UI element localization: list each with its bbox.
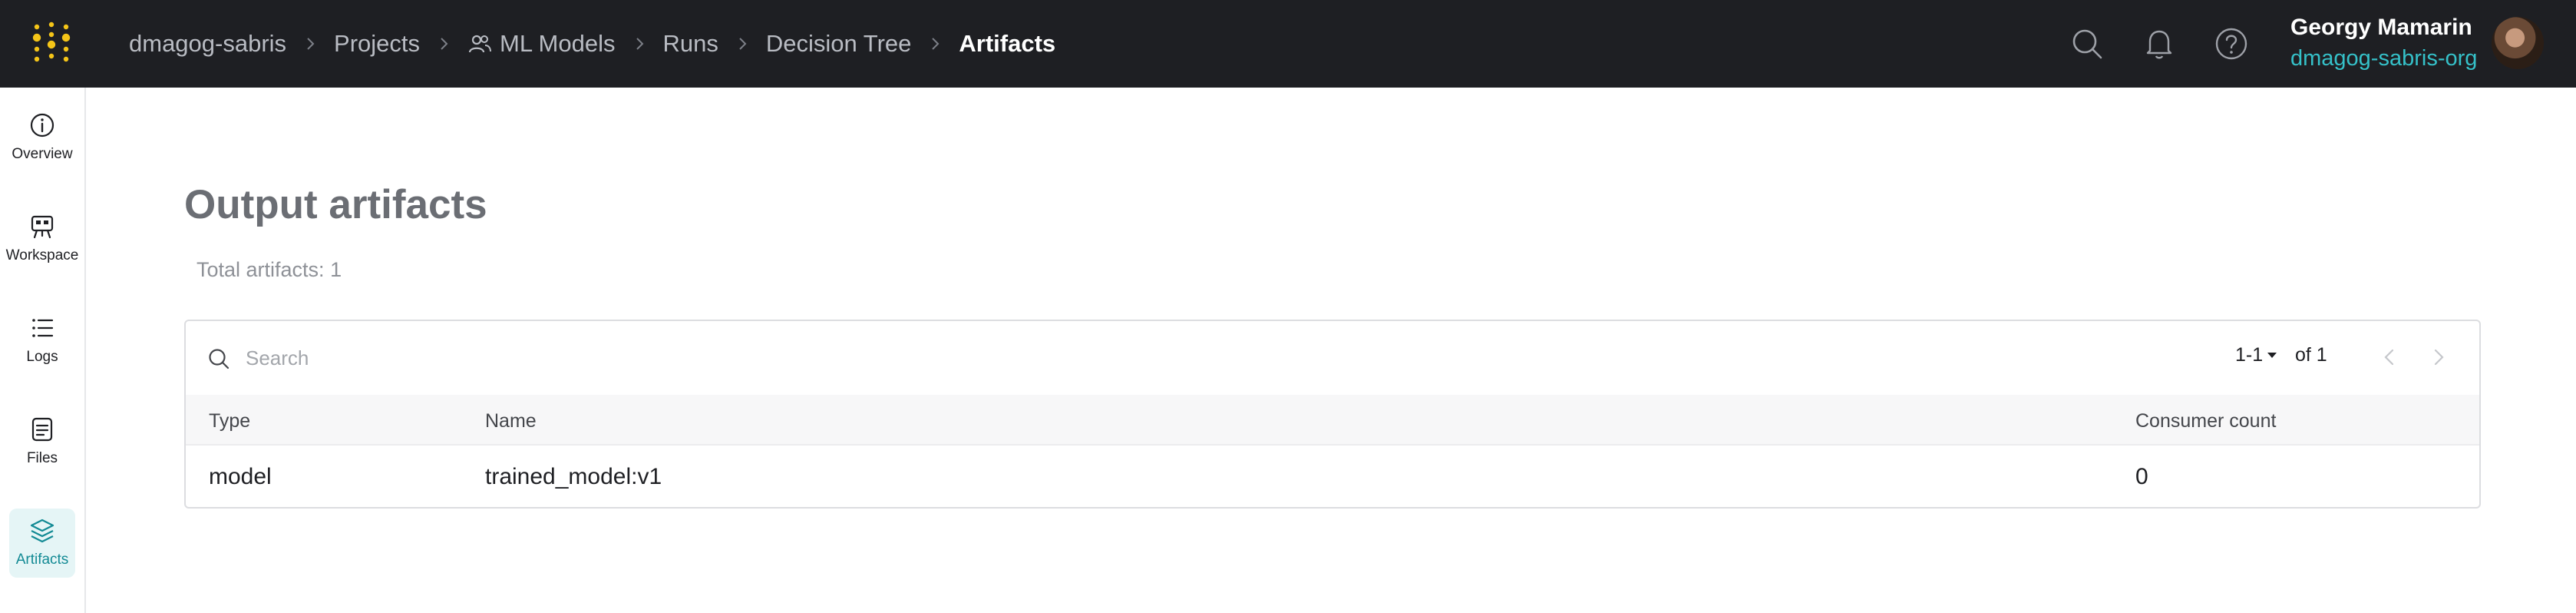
chevron-right-icon (441, 38, 448, 50)
search-input[interactable] (246, 340, 1167, 376)
breadcrumb-current: Artifacts (959, 30, 1056, 57)
wandb-logo-icon[interactable] (28, 20, 75, 68)
info-icon (30, 113, 54, 138)
search-icon[interactable] (2069, 26, 2105, 61)
breadcrumb-projects[interactable]: Projects (334, 30, 420, 58)
page-title: Output artifacts (184, 182, 487, 227)
chevron-right-icon[interactable] (2426, 344, 2452, 370)
chevron-left-icon[interactable] (2376, 344, 2403, 370)
user-org-link[interactable]: dmagog-sabris-org (2290, 43, 2477, 74)
total-artifacts: Total artifacts: 1 (197, 258, 342, 281)
avatar[interactable] (2492, 17, 2544, 69)
nav-item-logs[interactable]: Logs (9, 306, 75, 375)
user-menu[interactable]: Georgy Mamarin dmagog-sabris-org (2290, 12, 2477, 74)
bell-icon[interactable] (2142, 26, 2177, 61)
chevron-right-icon (307, 38, 315, 50)
page-total: of 1 (2295, 344, 2327, 366)
cell-consumer-count: 0 (2135, 464, 2148, 489)
nav-label: Overview (12, 146, 73, 162)
user-name: Georgy Mamarin (2290, 15, 2472, 40)
table-toolbar: 1-1 of 1 (186, 321, 2479, 395)
nav-label: Workspace (5, 247, 79, 263)
nav-item-artifacts[interactable]: Artifacts (9, 509, 75, 578)
breadcrumb-run[interactable]: Decision Tree (766, 30, 912, 58)
list-icon (32, 319, 54, 337)
table-header: Type Name Consumer count (186, 395, 2479, 446)
nav-item-files[interactable]: Files (9, 407, 75, 476)
nav-label: Files (26, 450, 58, 466)
side-nav: Overview Workspace Logs Files Artifacts (0, 88, 86, 613)
top-bar: dmagog-sabris Projects ML Models Runs De… (0, 0, 2576, 88)
table-row[interactable]: model trained_model:v1 0 (186, 447, 2479, 507)
column-header-type[interactable]: Type (209, 410, 250, 432)
cell-type: model (209, 464, 272, 489)
people-icon (468, 35, 492, 53)
chevron-right-icon (739, 38, 747, 50)
file-icon (31, 417, 53, 442)
caret-down-icon (2267, 353, 2277, 358)
breadcrumb-runs[interactable]: Runs (663, 30, 718, 58)
search-icon (209, 349, 230, 369)
nav-item-overview[interactable]: Overview (9, 103, 75, 172)
chevron-right-icon (932, 38, 940, 50)
page-range-label: 1-1 (2235, 344, 2264, 366)
column-header-consumer-count[interactable]: Consumer count (2135, 410, 2276, 432)
nav-label: Artifacts (15, 552, 69, 568)
breadcrumb-project-label: ML Models (500, 30, 616, 57)
artifacts-table: 1-1 of 1 Type Name Consumer count model … (184, 320, 2481, 509)
cell-name-link[interactable]: trained_model:v1 (485, 464, 662, 490)
column-header-name[interactable]: Name (485, 410, 537, 432)
breadcrumb: dmagog-sabris Projects ML Models Runs De… (129, 0, 1055, 88)
page-size-dropdown[interactable]: 1-1 (2235, 344, 2277, 366)
chevron-right-icon (636, 38, 643, 50)
layers-icon (30, 519, 54, 543)
workspace-icon (31, 215, 54, 239)
breadcrumb-entity[interactable]: dmagog-sabris (129, 30, 286, 58)
breadcrumb-project[interactable]: ML Models (467, 30, 616, 58)
nav-label: Logs (26, 349, 58, 365)
help-icon[interactable] (2214, 26, 2249, 61)
nav-item-workspace[interactable]: Workspace (6, 204, 78, 273)
